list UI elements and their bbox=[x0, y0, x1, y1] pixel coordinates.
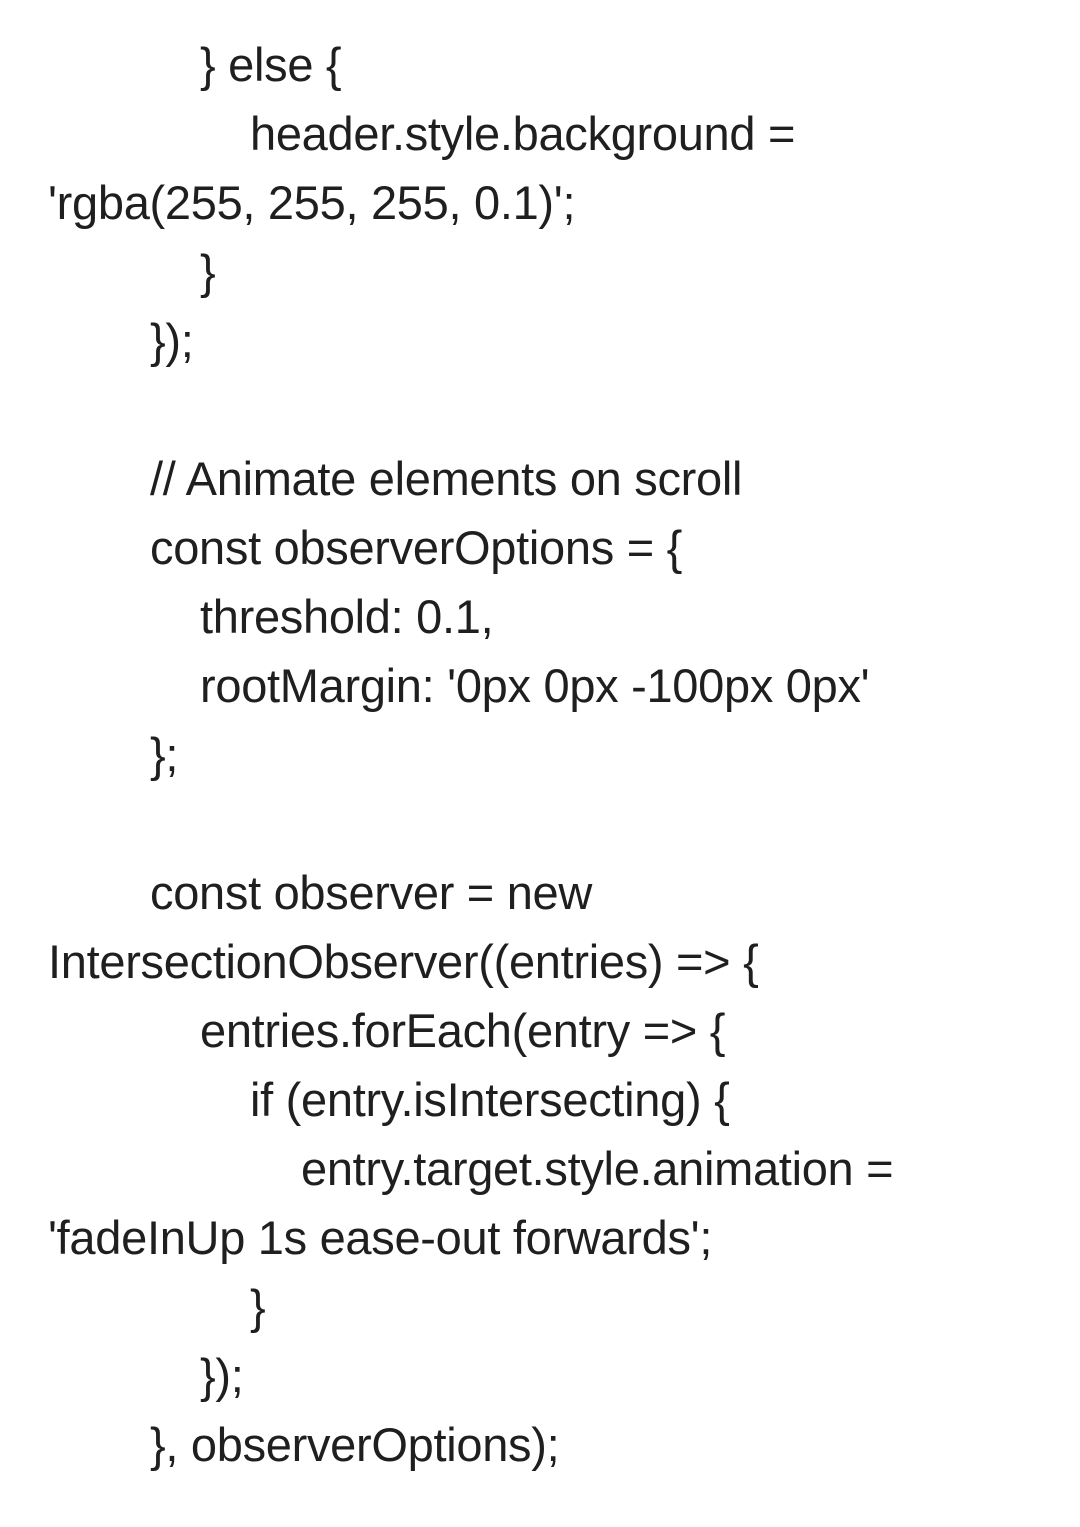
code-line: entry.target.style.animation = bbox=[301, 1142, 894, 1195]
code-line: rootMargin: '0px 0px -100px 0px' bbox=[200, 659, 870, 712]
code-line: }; bbox=[150, 728, 179, 781]
code-document: } else { header.style.background = 'rgba… bbox=[0, 0, 1080, 1527]
code-line: } bbox=[250, 1280, 266, 1333]
code-line: entries.forEach(entry => { bbox=[200, 1004, 726, 1057]
code-line: IntersectionObserver((entries) => { bbox=[48, 935, 759, 988]
code-line: if (entry.isIntersecting) { bbox=[250, 1073, 730, 1126]
code-line: 'fadeInUp 1s ease-out forwards'; bbox=[48, 1211, 713, 1264]
code-line: header.style.background = bbox=[250, 107, 796, 160]
code-line: threshold: 0.1, bbox=[200, 590, 494, 643]
code-line: } bbox=[200, 245, 216, 298]
code-line: 'rgba(255, 255, 255, 0.1)'; bbox=[48, 176, 576, 229]
code-line: } else { bbox=[200, 38, 342, 91]
code-line: }); bbox=[200, 1349, 244, 1402]
code-line: }); bbox=[150, 314, 194, 367]
code-comment-line: // Animate elements on scroll bbox=[150, 452, 743, 505]
code-line: const observer = new bbox=[150, 866, 593, 919]
code-line: const observerOptions = { bbox=[150, 521, 682, 574]
code-line: }, observerOptions); bbox=[150, 1418, 560, 1471]
